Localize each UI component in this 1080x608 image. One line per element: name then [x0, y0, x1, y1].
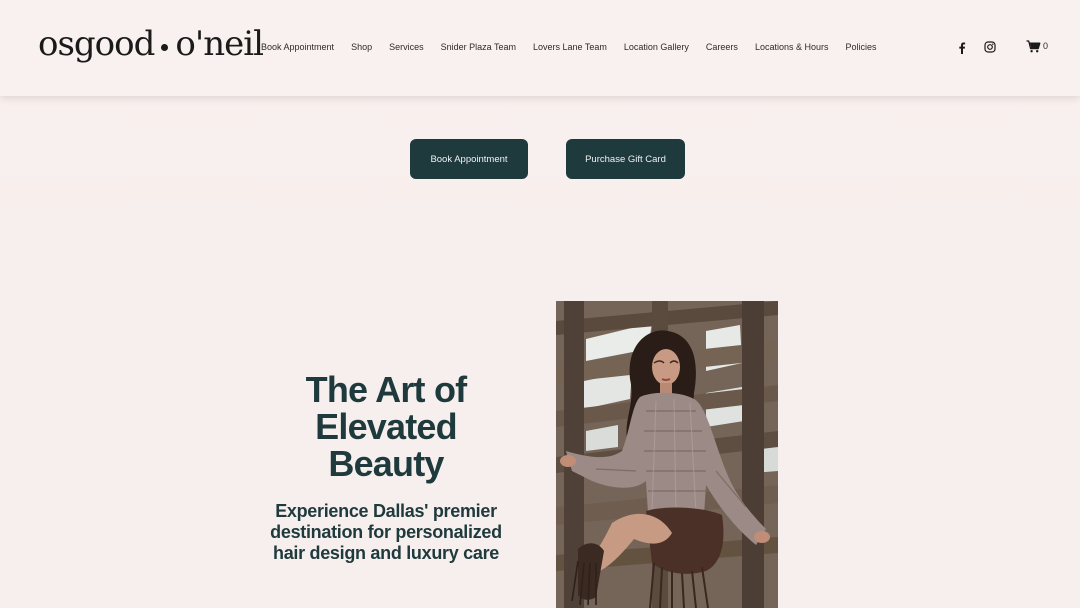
hero-band	[0, 96, 1080, 226]
purchase-gift-card-button[interactable]: Purchase Gift Card	[566, 139, 685, 179]
main-nav: Book Appointment Shop Services Snider Pl…	[261, 42, 877, 52]
brand-logo[interactable]: osgood o'neil	[38, 24, 264, 64]
nav-item-policies[interactable]: Policies	[845, 42, 876, 52]
headline-line-1: The Art of	[305, 369, 467, 410]
headline-line-3: Beauty	[328, 443, 444, 484]
subheadline-line-3: hair design and luxury care	[273, 543, 499, 563]
book-appointment-button[interactable]: Book Appointment	[410, 139, 528, 179]
hero-photo	[556, 301, 778, 608]
nav-item-shop[interactable]: Shop	[351, 42, 372, 52]
logo-text-osgood: osgood	[38, 24, 155, 64]
nav-item-book-appointment[interactable]: Book Appointment	[261, 42, 334, 52]
nav-item-location-gallery[interactable]: Location Gallery	[624, 42, 689, 52]
cart-count: 0	[1043, 41, 1049, 51]
site-header: osgood o'neil Book Appointment Shop Serv…	[0, 0, 1080, 96]
logo-text-oneil: o'neil	[175, 24, 264, 64]
logo-dot	[161, 43, 169, 51]
subheadline-line-1: Experience Dallas' premier	[275, 501, 497, 521]
nav-item-services[interactable]: Services	[389, 42, 424, 52]
hero-subheadline: Experience Dallas' premier destination f…	[262, 501, 510, 564]
facebook-icon[interactable]	[955, 41, 969, 55]
headline-line-2: Elevated	[315, 406, 457, 447]
nav-item-careers[interactable]: Careers	[706, 42, 738, 52]
nav-item-snider-plaza-team[interactable]: Snider Plaza Team	[441, 42, 516, 52]
nav-item-locations-hours[interactable]: Locations & Hours	[755, 42, 829, 52]
subheadline-line-2: destination for personalized	[270, 522, 502, 542]
hero-photo-illustration	[556, 301, 778, 608]
hero-headline: The Art of Elevated Beauty	[275, 371, 497, 482]
cart-icon	[1026, 40, 1041, 53]
nav-item-lovers-lane-team[interactable]: Lovers Lane Team	[533, 42, 607, 52]
instagram-icon[interactable]	[984, 41, 996, 53]
cart-button[interactable]: 0	[1026, 40, 1048, 53]
